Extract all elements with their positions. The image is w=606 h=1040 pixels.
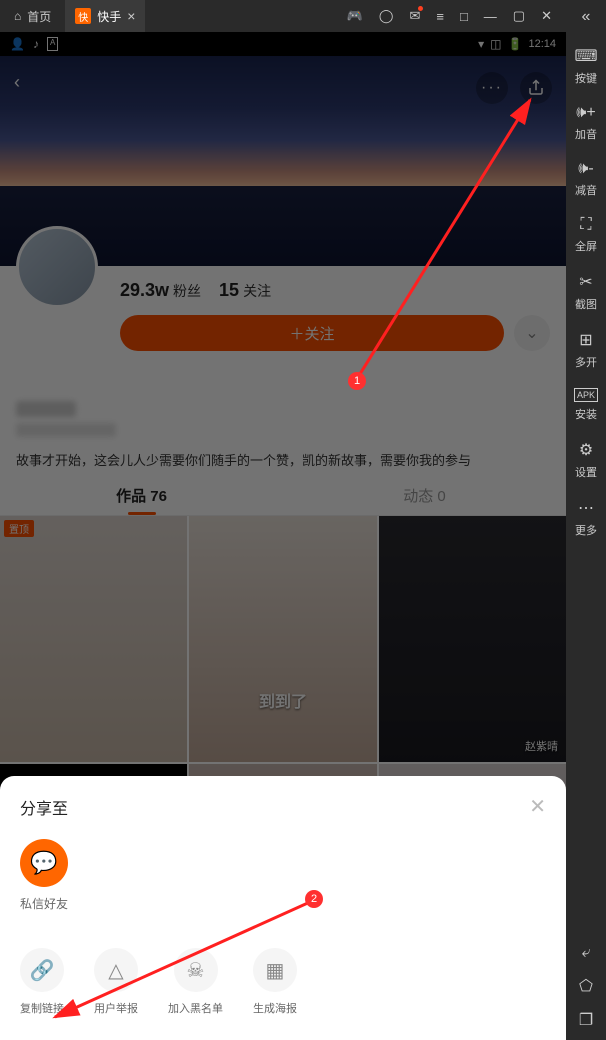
android-statusbar: 👤 ♪ A ▾ ◫ 🔋 12:14 — [0, 32, 566, 56]
multi-open-icon: ⊞ — [579, 330, 592, 350]
main-area: ⌂ 首页 快 快手 × 🎮 ◯ ✉ ≡ □ — ▢ ✕ 👤 ♪ A — [0, 0, 566, 1040]
profile-tabs: 作品 76 动态 0 — [0, 476, 566, 516]
window-titlebar: ⌂ 首页 快 快手 × 🎮 ◯ ✉ ≡ □ — ▢ ✕ — [0, 0, 566, 32]
gear-icon: ⚙ — [579, 440, 593, 460]
window-close-icon[interactable]: ✕ — [541, 8, 552, 24]
link-icon: 🔗 — [20, 948, 64, 992]
action-poster[interactable]: ▦生成海报 — [253, 948, 297, 1016]
skull-icon: ☠ — [174, 948, 218, 992]
action-report[interactable]: △用户举报 — [94, 948, 138, 1016]
username-redacted — [16, 401, 76, 417]
share-icon — [527, 79, 545, 97]
profile-bio: 故事才开始，这会儿人少需要你们随手的一个赞，凯的新故事，需要你我的参与 — [0, 437, 566, 471]
app-stage: 👤 ♪ A ▾ ◫ 🔋 12:14 ‹ ··· 29.3w粉丝 15关注 — [0, 32, 566, 1040]
action-copy-link[interactable]: 🔗复制链接 — [20, 948, 64, 1016]
share-private-message[interactable]: 💬 私信好友 — [20, 839, 68, 912]
profile-dropdown-button[interactable]: ⌄ — [514, 315, 550, 351]
video-thumb-2[interactable]: 到到了 — [189, 516, 376, 762]
menu-icon[interactable]: ≡ — [436, 9, 444, 24]
clock: 12:14 — [528, 38, 556, 50]
tab-close-icon[interactable]: × — [127, 8, 135, 24]
mail-icon[interactable]: ✉ — [409, 8, 420, 24]
kuaishou-logo-icon: 快 — [75, 8, 91, 24]
signal-icon: ◫ — [490, 37, 501, 51]
android-recents-icon[interactable]: ❐ — [579, 1010, 593, 1030]
profile-share-button[interactable] — [520, 72, 552, 104]
app-small-icon-2: ♪ — [33, 37, 39, 51]
follow-button[interactable]: ＋关注 — [120, 315, 504, 351]
profile-more-button[interactable]: ··· — [476, 72, 508, 104]
userid-redacted — [16, 423, 116, 437]
sidebar-item-volume-up[interactable]: 🕪+加音 — [575, 104, 597, 142]
share-sheet-close-button[interactable]: ✕ — [529, 794, 546, 819]
sidebar-item-fullscreen[interactable]: ⛶全屏 — [575, 216, 597, 254]
home-icon: ⌂ — [14, 9, 21, 23]
fullscreen-icon: ⛶ — [580, 216, 591, 234]
emulator-sidebar: « ⌨按键 🕪+加音 🕪-减音 ⛶全屏 ✂截图 ⊞多开 APK安装 ⚙设置 ⋯更… — [566, 0, 606, 1040]
sidebar-item-settings[interactable]: ⚙设置 — [575, 440, 597, 480]
profile-section: 29.3w粉丝 15关注 ＋关注 ⌄ 故事才开始，这会儿人少需要你们随手的一个赞… — [0, 266, 566, 510]
keyboard-icon: ⌨ — [574, 46, 597, 66]
avatar[interactable] — [16, 226, 98, 308]
volume-down-icon: 🕪- — [578, 160, 593, 178]
sidebar-collapse-icon[interactable]: « — [582, 8, 591, 26]
sidebar-item-multi[interactable]: ⊞多开 — [575, 330, 597, 370]
share-sheet-title: 分享至 — [20, 795, 68, 819]
video-thumb-1[interactable]: 置顶 — [0, 516, 187, 762]
battery-icon: 🔋 — [508, 37, 523, 51]
back-button[interactable]: ‹ — [14, 72, 20, 93]
tab-updates[interactable]: 动态 0 — [283, 476, 566, 515]
sidebar-item-screenshot[interactable]: ✂截图 — [575, 272, 597, 312]
sidebar-item-volume-down[interactable]: 🕪-减音 — [575, 160, 597, 198]
sidebar-item-keys[interactable]: ⌨按键 — [574, 46, 597, 86]
android-back-icon[interactable]: ⤶ — [582, 944, 591, 962]
video-thumb-3[interactable]: 赵紫晴 — [379, 516, 566, 762]
stat-fans[interactable]: 29.3w粉丝 — [120, 280, 201, 301]
action-blacklist[interactable]: ☠加入黑名单 — [168, 948, 223, 1016]
grid-icon: ▦ — [253, 948, 297, 992]
apk-icon: APK — [574, 388, 598, 402]
scissors-icon: ✂ — [579, 272, 592, 292]
warning-icon: △ — [94, 948, 138, 992]
sidebar-item-more[interactable]: ⋯更多 — [575, 498, 597, 538]
tab-works[interactable]: 作品 76 — [0, 476, 283, 515]
more-icon: ⋯ — [578, 498, 594, 518]
window-maximize-icon[interactable]: ▢ — [513, 8, 525, 24]
gamepad-icon[interactable]: 🎮 — [347, 8, 363, 24]
volume-up-icon: 🕪+ — [576, 104, 595, 122]
share-sheet: 分享至 ✕ 💬 私信好友 🔗复制链接 △用户举报 ☠加入黑名单 ▦生成海报 — [0, 776, 566, 1040]
pin-badge: 置顶 — [4, 520, 34, 537]
external-icon[interactable]: □ — [460, 9, 468, 24]
chat-bubble-icon: 💬 — [20, 839, 68, 887]
home-tab[interactable]: ⌂ 首页 — [0, 8, 65, 25]
window-minimize-icon[interactable]: — — [484, 9, 497, 24]
user-icon[interactable]: ◯ — [379, 8, 394, 24]
tab-kuaishou[interactable]: 快 快手 × — [65, 0, 145, 32]
app-small-icon-1: 👤 — [10, 37, 25, 51]
app-small-icon-3: A — [47, 37, 58, 51]
stat-follow[interactable]: 15关注 — [219, 280, 271, 301]
android-home-icon[interactable]: ⬠ — [579, 976, 593, 996]
wifi-icon: ▾ — [478, 37, 484, 51]
sidebar-item-install[interactable]: APK安装 — [574, 388, 598, 422]
